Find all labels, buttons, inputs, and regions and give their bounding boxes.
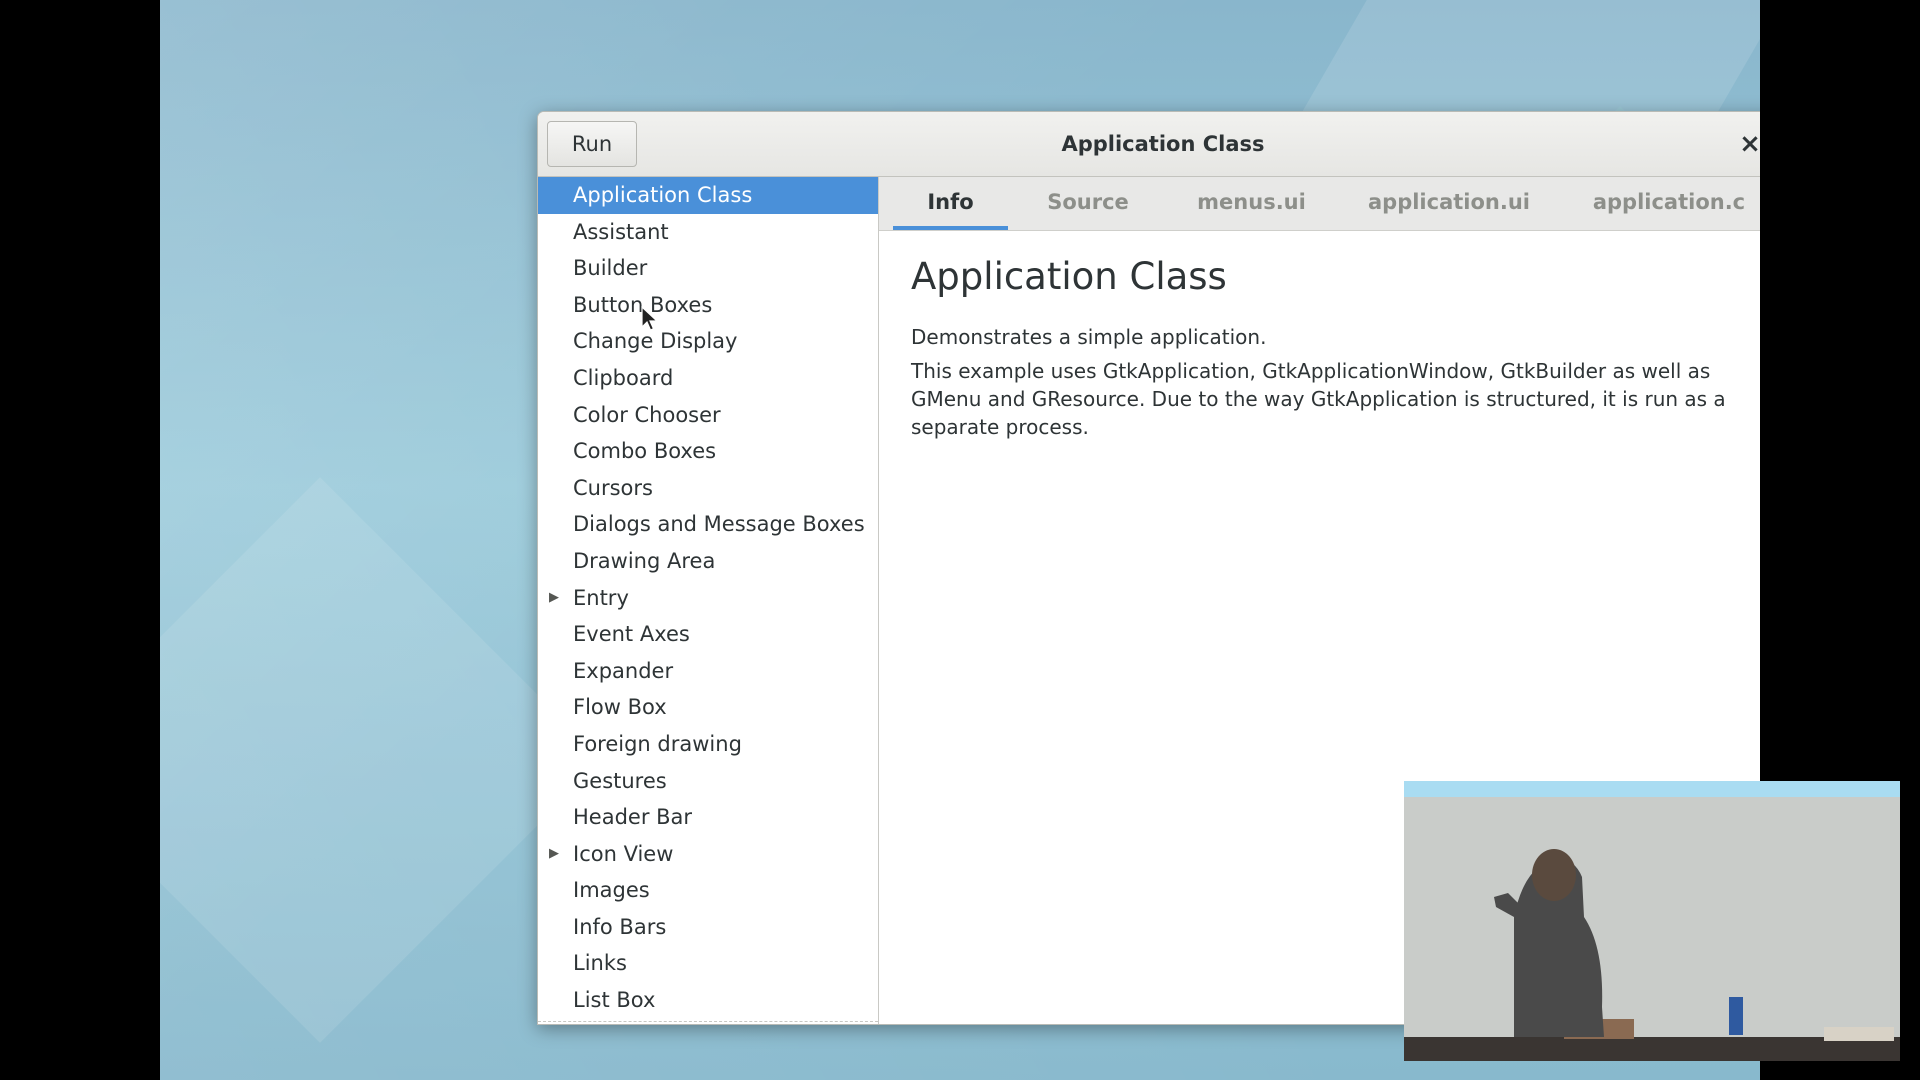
sidebar-item[interactable]: Change Display <box>538 323 878 360</box>
sidebar-item[interactable]: Expander <box>538 653 878 690</box>
sidebar-item-label: Entry <box>573 585 629 610</box>
sidebar-item-label: List Box <box>573 988 656 1013</box>
sidebar-item-label: Foreign drawing <box>573 731 742 756</box>
sidebar-item[interactable]: List Box <box>538 982 878 1019</box>
sidebar-item-label: Gestures <box>573 768 667 793</box>
sidebar-item[interactable]: Combo Boxes <box>538 433 878 470</box>
sidebar-item[interactable]: Gestures <box>538 763 878 800</box>
tab[interactable]: application.ui <box>1359 177 1539 230</box>
sidebar-item-label: Drawing Area <box>573 548 716 573</box>
sidebar-item[interactable]: Dialogs and Message Boxes <box>538 506 878 543</box>
sidebar-item-label: Dialogs and Message Boxes <box>573 512 865 537</box>
sidebar-item[interactable]: Drawing Area <box>538 543 878 580</box>
sidebar-item[interactable]: Foreign drawing <box>538 726 878 763</box>
tab[interactable]: menus.ui <box>1179 177 1324 230</box>
presenter-webcam-overlay <box>1404 781 1900 1061</box>
sidebar-item-label: Change Display <box>573 329 738 354</box>
tab[interactable]: application.c <box>1569 177 1760 230</box>
sidebar-item-label: Links <box>573 951 627 976</box>
sidebar-divider <box>538 1021 878 1024</box>
sidebar-item[interactable]: Assistant <box>538 214 878 251</box>
sidebar-item-label: Expander <box>573 658 674 683</box>
sidebar-item[interactable]: Header Bar <box>538 799 878 836</box>
sidebar-item-label: Info Bars <box>573 914 667 939</box>
sidebar-item-label: Flow Box <box>573 695 667 720</box>
sidebar-item[interactable]: Builder <box>538 250 878 287</box>
sidebar-item-label: Builder <box>573 256 648 281</box>
description-details: This example uses GtkApplication, GtkApp… <box>911 359 1726 439</box>
description-summary: Demonstrates a simple application. <box>911 325 1267 349</box>
sidebar-item[interactable]: Images <box>538 872 878 909</box>
tab[interactable]: Source <box>1023 177 1153 230</box>
window-title: Application Class <box>1061 132 1265 156</box>
sidebar-item-label: Icon View <box>573 841 674 866</box>
close-icon[interactable]: × <box>1734 128 1760 160</box>
sidebar-item[interactable]: Cursors <box>538 470 878 507</box>
demo-list-sidebar[interactable]: Application Class Assistant Builder Button … <box>538 177 879 1024</box>
demo-list: Application Class Assistant Builder Button … <box>538 177 878 1019</box>
sidebar-item[interactable]: Links <box>538 945 878 982</box>
sidebar-item-label: Combo Boxes <box>573 439 717 464</box>
sidebar-item-label: Application Class <box>573 183 753 207</box>
sidebar-item-label: Header Bar <box>573 805 693 830</box>
sidebar-item[interactable]: Flow Box <box>538 689 878 726</box>
sidebar-item[interactable]: Clipboard <box>538 360 878 397</box>
sidebar-item-label: Event Axes <box>573 622 690 647</box>
tab-bar: Info Source menus.ui application.ui applicat… <box>879 177 1760 231</box>
sidebar-item[interactable]: Button Boxes <box>538 287 878 324</box>
tab[interactable]: Info <box>893 177 1008 230</box>
sidebar-item[interactable]: Application Class <box>538 177 878 214</box>
triangle-right-icon[interactable]: ▶ <box>549 580 559 617</box>
triangle-right-icon[interactable]: ▶ <box>549 836 559 873</box>
sidebar-item[interactable]: Info Bars <box>538 909 878 946</box>
sidebar-item-label: Color Chooser <box>573 402 721 427</box>
header-bar: Run Application Class × <box>538 112 1760 177</box>
page-title: Application Class <box>911 255 1227 298</box>
sidebar-item[interactable]: ▶ Icon View <box>538 836 878 873</box>
sidebar-item-label: Assistant <box>573 219 669 244</box>
sidebar-item-label: Clipboard <box>573 365 674 390</box>
mouse-pointer-icon <box>641 306 659 331</box>
sidebar-item-label: Images <box>573 878 650 903</box>
sidebar-item[interactable]: Event Axes <box>538 616 878 653</box>
sidebar-item-label: Cursors <box>573 475 653 500</box>
sidebar-item[interactable]: Color Chooser <box>538 397 878 434</box>
presenter-video-frame <box>1404 797 1900 1061</box>
sidebar-item[interactable]: ▶ Entry <box>538 580 878 617</box>
